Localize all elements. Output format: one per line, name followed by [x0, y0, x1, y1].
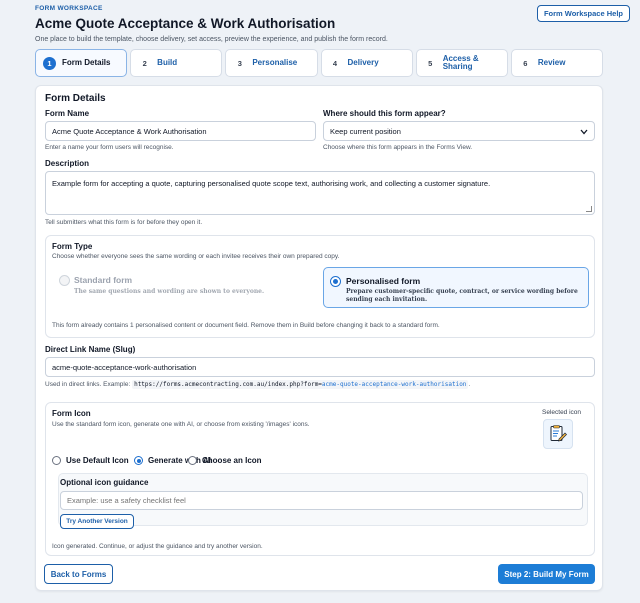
type-option-standard[interactable]: Standard form The same questions and wor… [52, 267, 320, 308]
slug-hint: Used in direct links. Example: https://f… [45, 380, 471, 389]
step-number: 2 [142, 58, 147, 68]
resize-grip-icon[interactable] [586, 206, 592, 212]
back-to-forms-button[interactable]: Back to Forms [44, 564, 113, 584]
personalised-title: Personalised form [346, 276, 421, 286]
form-position-label: Where should this form appear? [323, 109, 446, 118]
step-navigation: 1 Form Details 2 Build 3 Personalise 4 D… [35, 49, 604, 77]
form-position-hint: Choose where this form appears in the Fo… [323, 144, 473, 151]
standard-radio[interactable] [59, 275, 70, 286]
standard-title: Standard form [74, 275, 133, 285]
personalised-desc: Prepare customer-specific quote, contrac… [346, 288, 578, 303]
section-title: Form Details [45, 93, 106, 104]
step-number: 1 [43, 56, 56, 70]
description-hint: Tell submitters what this form is for be… [45, 219, 203, 226]
slug-input[interactable] [45, 357, 595, 377]
next-step-button[interactable]: Step 2: Build My Form [498, 564, 595, 584]
step-label: Form Details [62, 57, 111, 67]
form-icon-title: Form Icon [52, 409, 91, 418]
icon-choice-pick[interactable]: Choose an Icon [188, 456, 262, 465]
step-label: Review [537, 57, 566, 67]
form-type-card: Form Type Choose whether everyone sees t… [45, 235, 595, 338]
page-title: Acme Quote Acceptance & Work Authorisati… [35, 16, 336, 31]
standard-desc: The same questions and wording are shown… [74, 288, 265, 295]
step-number: 4 [332, 58, 338, 68]
step-label: Access & Sharing [442, 53, 479, 71]
slug-label: Direct Link Name (Slug) [45, 345, 136, 354]
step-label: Build [157, 57, 178, 67]
form-icon-card: Form Icon Use the standard form icon, ge… [45, 402, 595, 556]
form-name-input[interactable] [45, 121, 316, 141]
tab-delivery[interactable]: 4 Delivery [320, 49, 413, 77]
slug-example-url: https://forms.acmecontracting.com.au/ind… [132, 380, 469, 389]
type-option-personalised[interactable]: Personalised form Prepare customer-speci… [323, 267, 589, 308]
step-number: 3 [237, 58, 242, 68]
slug-example-slug: acme-quote-acceptance-work-authorisation [321, 381, 467, 388]
form-type-note: This form already contains 1 personalise… [52, 322, 440, 329]
slug-hint-suffix: . [468, 381, 471, 388]
workspace-eyebrow: FORM WORKSPACE [35, 5, 103, 12]
edit-document-icon [550, 425, 567, 442]
try-another-version-button[interactable]: Try Another Version [60, 514, 134, 529]
tab-review[interactable]: 6 Review [510, 49, 604, 77]
form-position-value: Keep current position [330, 126, 401, 136]
page-header: FORM WORKSPACE Acme Quote Acceptance & W… [0, 0, 640, 48]
step-label: Delivery [347, 57, 379, 67]
tab-build[interactable]: 2 Build [130, 49, 223, 77]
description-label: Description [45, 159, 90, 168]
page-subtitle: One place to build the template, choose … [35, 36, 388, 43]
description-value: Example form for accepting a quote, capt… [52, 179, 491, 188]
selected-icon-label: Selected icon [542, 409, 582, 416]
form-name-label: Form Name [45, 109, 90, 118]
selected-icon-preview [543, 419, 573, 449]
icon-choice-default[interactable]: Use Default Icon [52, 456, 129, 465]
guidance-input[interactable] [60, 491, 583, 510]
tab-personalise[interactable]: 3 Personalise [225, 49, 318, 77]
form-type-subtitle: Choose whether everyone sees the same wo… [52, 253, 340, 260]
choose-icon-radio[interactable] [188, 456, 197, 465]
form-icon-subtitle: Use the standard form icon, generate one… [52, 421, 310, 428]
form-position-select[interactable]: Keep current position [323, 121, 595, 141]
icon-guidance-box: Optional icon guidance Try Another Versi… [58, 473, 588, 529]
slug-example-base: https://forms.acmecontracting.com.au/ind… [134, 381, 322, 388]
default-icon-label: Use Default Icon [66, 456, 129, 465]
tab-form-details[interactable]: 1 Form Details [35, 49, 128, 77]
step-label: Personalise [252, 57, 298, 67]
form-type-title: Form Type [52, 242, 93, 251]
personalised-radio[interactable] [330, 276, 341, 287]
tab-access-sharing[interactable]: 5 Access & Sharing [415, 49, 508, 77]
generate-ai-radio[interactable] [134, 456, 143, 465]
chevron-down-icon [580, 129, 588, 137]
step-number: 5 [428, 58, 433, 68]
step-number: 6 [523, 58, 528, 68]
default-icon-radio[interactable] [52, 456, 61, 465]
guidance-label: Optional icon guidance [60, 478, 149, 487]
form-details-panel: Form Details Form Name Enter a name your… [35, 85, 603, 591]
form-name-hint: Enter a name your form users will recogn… [45, 144, 174, 151]
description-textarea[interactable]: Example form for accepting a quote, capt… [45, 171, 595, 215]
choose-icon-label: Choose an Icon [202, 456, 262, 465]
slug-hint-prefix: Used in direct links. Example: [45, 381, 131, 388]
workspace-help-button[interactable]: Form Workspace Help [536, 5, 630, 22]
icon-status: Icon generated. Continue, or adjust the … [52, 543, 263, 550]
